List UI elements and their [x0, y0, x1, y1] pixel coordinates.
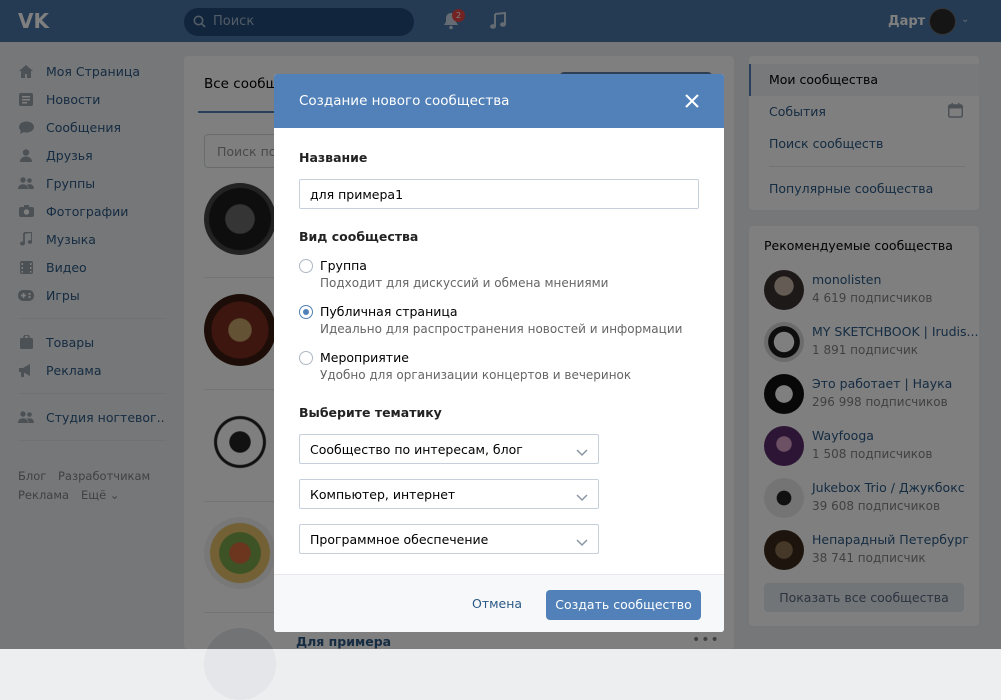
chevron-down-icon — [576, 491, 588, 506]
type-desc-event: Удобно для организации концертов и вечер… — [320, 368, 632, 382]
theme-select-topic[interactable]: Программное обеспечение — [299, 524, 599, 554]
community-name-input[interactable] — [299, 179, 699, 209]
type-desc-group: Подходит для дискуссий и обмена мнениями — [320, 276, 609, 290]
theme-select-subcategory[interactable]: Компьютер, интернет — [299, 479, 599, 509]
type-title-public-page[interactable]: Публичная страница — [320, 304, 458, 319]
type-title-event[interactable]: Мероприятие — [320, 350, 409, 365]
cancel-button[interactable]: Отмена — [472, 596, 522, 611]
theme-label: Выберите тематику — [299, 405, 442, 420]
select-value: Программное обеспечение — [310, 532, 489, 547]
select-value: Сообщество по интересам, блог — [310, 442, 523, 457]
create-community-dialog: Создание нового сообщества Название Вид … — [274, 74, 724, 632]
theme-select-category[interactable]: Сообщество по интересам, блог — [299, 434, 599, 464]
radio-event[interactable] — [299, 351, 313, 365]
close-icon[interactable] — [684, 93, 700, 109]
radio-selected-dot — [303, 309, 309, 315]
dialog-header: Создание нового сообщества — [274, 74, 724, 128]
chevron-down-icon — [576, 446, 588, 461]
radio-group[interactable] — [299, 259, 313, 273]
type-desc-public-page: Идеально для распространения новостей и … — [320, 322, 683, 336]
chevron-down-icon — [576, 536, 588, 551]
dialog-footer: Отмена Создать сообщество — [274, 574, 724, 632]
type-title-group[interactable]: Группа — [320, 258, 367, 273]
dialog-title: Создание нового сообщества — [299, 93, 510, 109]
name-label: Название — [299, 150, 368, 165]
create-community-submit-button[interactable]: Создать сообщество — [546, 590, 701, 620]
radio-public-page[interactable] — [299, 305, 313, 319]
select-value: Компьютер, интернет — [310, 487, 456, 502]
type-label: Вид сообщества — [299, 229, 419, 244]
